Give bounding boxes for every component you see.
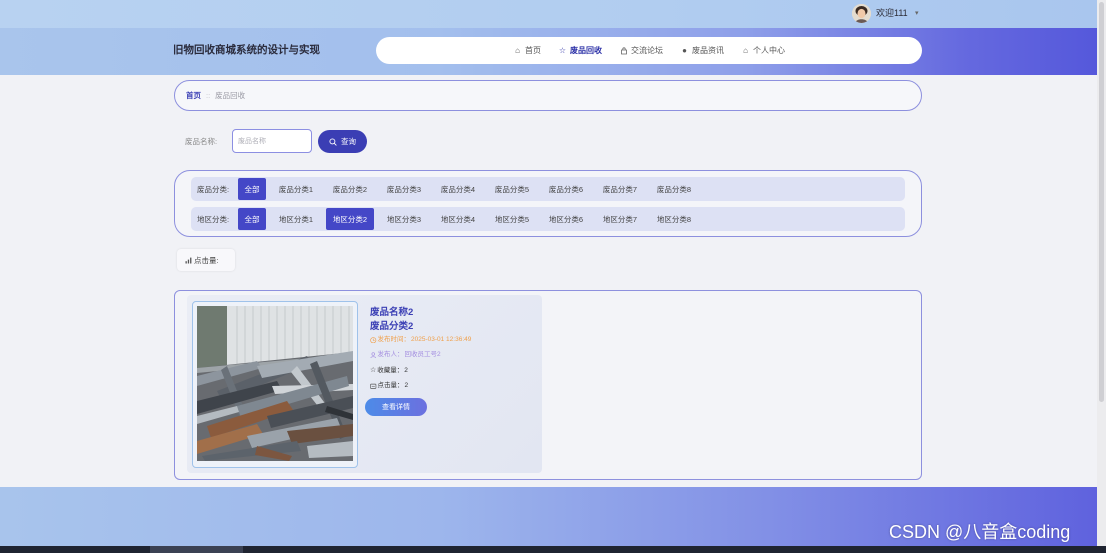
category-option-2[interactable]: 废品分类2 (326, 178, 374, 200)
search-label: 废品名称: (185, 137, 218, 146)
region-option-8[interactable]: 地区分类8 (650, 208, 698, 230)
publish-time-label: 发布时间： (377, 336, 411, 343)
product-list: 废品名称2 废品分类2 发布时间： 2025-03-01 12:36:49 发布… (174, 290, 922, 480)
nav-item-label: 个人中心 (753, 45, 785, 55)
view-details-button[interactable]: 查看详情 (365, 398, 427, 416)
news-icon: ● (682, 45, 687, 55)
category-option-7[interactable]: 废品分类7 (596, 178, 644, 200)
nav-item-label: 废品回收 (570, 45, 602, 55)
product-image[interactable] (197, 306, 353, 461)
user-icon (370, 352, 377, 359)
category-option-3[interactable]: 废品分类3 (380, 178, 428, 200)
region-option-6[interactable]: 地区分类6 (542, 208, 590, 230)
home-icon: ⌂ (515, 45, 520, 55)
chevron-down-icon[interactable]: ▾ (915, 8, 919, 19)
nav-item-user-center[interactable]: ⌂ 个人中心 (741, 46, 785, 56)
category-filter-label: 废品分类: (197, 184, 230, 194)
region-filter-row: 地区分类: 全部 地区分类1 地区分类2 地区分类3 地区分类4 地区分类5 地… (191, 207, 905, 231)
breadcrumb: 首页 :: 废品回收 (174, 80, 922, 111)
category-filter-row: 废品分类: 全部 废品分类1 废品分类2 废品分类3 废品分类4 废品分类5 废… (191, 177, 905, 201)
search-button[interactable]: 查询 (318, 130, 367, 153)
region-filter-label: 地区分类: (197, 214, 230, 224)
publish-time-value: 2025-03-01 12:36:49 (411, 336, 472, 343)
main-nav: ⌂ 首页 ☆ 废品回收 交流论坛 ● 废品资讯 ⌂ 个人中心 (376, 37, 922, 64)
region-option-5[interactable]: 地区分类5 (488, 208, 536, 230)
clicks-label: 点击量： (377, 382, 404, 389)
top-bar: 欢迎111 ▾ (0, 0, 1097, 28)
category-option-1[interactable]: 废品分类1 (272, 178, 320, 200)
breadcrumb-separator: :: (206, 91, 211, 100)
scrollbar[interactable] (1097, 0, 1106, 546)
taskbar (0, 546, 1106, 553)
product-image-frame[interactable] (192, 301, 358, 468)
clicks-value: 2 (404, 382, 409, 389)
nav-item-news[interactable]: ● 废品资讯 (680, 46, 724, 56)
clock-icon (370, 336, 377, 344)
region-option-3[interactable]: 地区分类3 (380, 208, 428, 230)
sort-icon (185, 257, 192, 263)
publisher-label: 发布人： (377, 351, 404, 358)
scrap-metal-pile (197, 351, 353, 461)
category-option-all[interactable]: 全部 (238, 178, 266, 200)
publish-time: 发布时间： 2025-03-01 12:36:49 (370, 336, 471, 344)
region-option-all[interactable]: 全部 (238, 208, 266, 230)
site-title: 旧物回收商城系统的设计与实现 (173, 44, 320, 56)
avatar[interactable] (852, 4, 871, 23)
taskbar-active-app[interactable] (150, 546, 243, 553)
view-icon (370, 383, 377, 389)
product-card[interactable]: 废品名称2 废品分类2 发布时间： 2025-03-01 12:36:49 发布… (187, 295, 542, 473)
sort-by-clicks-button[interactable]: 点击量: (177, 249, 235, 271)
welcome-text[interactable]: 欢迎111 (876, 8, 908, 19)
search-icon (329, 137, 337, 146)
nav-item-forum[interactable]: 交流论坛 (619, 46, 663, 56)
product-name[interactable]: 废品名称2 (370, 307, 413, 318)
watermark: CSDN @八音盒coding (889, 522, 1071, 542)
favorites-value: 2 (404, 367, 408, 374)
publisher: 发布人： 回收员工号2 (370, 351, 441, 359)
region-option-7[interactable]: 地区分类7 (596, 208, 644, 230)
region-option-4[interactable]: 地区分类4 (434, 208, 482, 230)
publisher-value: 回收员工号2 (404, 351, 441, 358)
breadcrumb-home[interactable]: 首页 (186, 91, 201, 100)
nav-item-label: 废品资讯 (692, 45, 724, 55)
category-option-6[interactable]: 废品分类6 (542, 178, 590, 200)
category-option-4[interactable]: 废品分类4 (434, 178, 482, 200)
scrollbar-thumb[interactable] (1099, 2, 1104, 402)
star-icon: ☆ (370, 367, 377, 374)
nav-item-label: 首页 (525, 45, 541, 55)
sort-label: 点击量: (194, 255, 219, 265)
clicks-count: 点击量： 2 (370, 382, 408, 390)
nav-item-home[interactable]: ⌂ 首页 (513, 46, 541, 56)
search-input[interactable] (232, 129, 312, 153)
search-button-label: 查询 (341, 137, 356, 146)
favorites-label: 收藏量： (377, 367, 404, 374)
filter-panel: 废品分类: 全部 废品分类1 废品分类2 废品分类3 废品分类4 废品分类5 废… (174, 170, 922, 237)
user-center-icon: ⌂ (743, 45, 748, 55)
favorites-count: ☆ 收藏量： 2 (370, 367, 408, 375)
category-option-8[interactable]: 废品分类8 (650, 178, 698, 200)
avatar-image (852, 4, 871, 23)
product-category: 废品分类2 (370, 321, 414, 332)
region-option-2[interactable]: 地区分类2 (326, 208, 374, 230)
star-icon: ☆ (558, 45, 567, 55)
category-option-5[interactable]: 废品分类5 (488, 178, 536, 200)
breadcrumb-current: 废品回收 (215, 91, 246, 100)
header: 旧物回收商城系统的设计与实现 ⌂ 首页 ☆ 废品回收 交流论坛 ● 废品资讯 ⌂… (0, 28, 1097, 75)
region-option-1[interactable]: 地区分类1 (272, 208, 320, 230)
nav-item-label: 交流论坛 (631, 45, 663, 55)
nav-item-recycle[interactable]: ☆ 废品回收 (558, 46, 602, 56)
forum-icon (619, 46, 628, 55)
